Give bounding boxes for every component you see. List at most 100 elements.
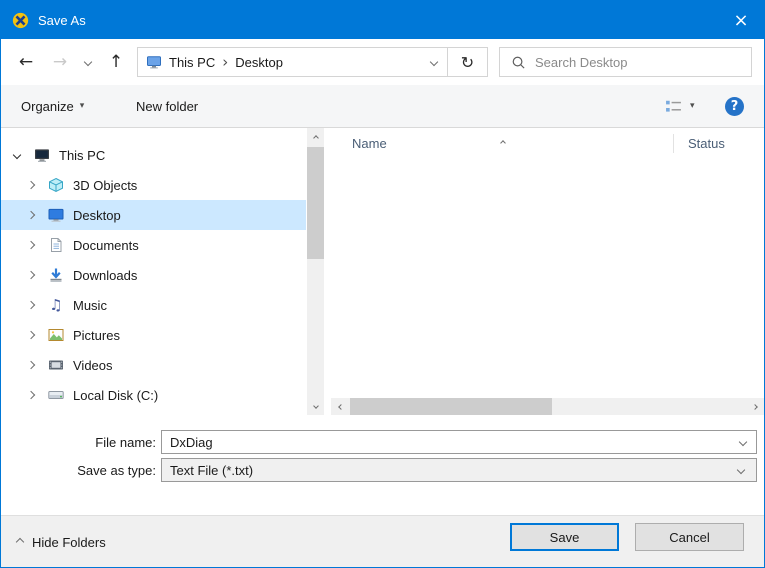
local-disk-icon [48, 391, 64, 399]
chevron-down-icon [736, 465, 746, 475]
save-button[interactable]: Save [510, 523, 619, 551]
documents-icon [51, 238, 62, 252]
tree-item-label: This PC [59, 147, 106, 163]
sort-ascending-icon [500, 132, 506, 150]
address-dropdown-button[interactable] [420, 48, 447, 76]
file-list-empty-area[interactable] [331, 158, 764, 398]
tree-item-label: Desktop [73, 207, 121, 223]
new-folder-button[interactable]: New folder [136, 85, 198, 127]
chevron-right-icon [26, 210, 36, 220]
address-bar[interactable]: This PC › Desktop ↻ [137, 47, 488, 77]
file-name-input[interactable] [162, 434, 730, 450]
column-header-status[interactable]: Status [674, 128, 764, 158]
save-as-type-select[interactable]: Text File (*.txt) [161, 458, 757, 482]
chevron-right-icon [26, 360, 36, 370]
forward-button[interactable]: → [45, 39, 75, 85]
footer-bar: Hide Folders Save Cancel [1, 515, 764, 567]
save-as-dialog: Save As × ← → ↑ This PC › Desktop ↻ Sear… [0, 0, 765, 568]
expander-icon[interactable] [23, 240, 39, 250]
chevron-right-icon [26, 390, 36, 400]
tree-item-3d-objects[interactable]: 3D Objects [1, 170, 306, 200]
tree-scrollbar[interactable] [307, 128, 324, 415]
organize-button[interactable]: Organize ▾ [21, 85, 84, 127]
this-pc-location-icon [147, 56, 161, 69]
file-form-area: File name: Save as type: Text File (*.tx… [1, 415, 764, 515]
scrollbar-thumb[interactable] [307, 147, 324, 259]
search-input[interactable] [535, 54, 751, 70]
tree-item-downloads[interactable]: Downloads [1, 260, 306, 290]
expander-icon[interactable] [23, 360, 39, 370]
chevron-down-icon [728, 465, 754, 475]
tree-item-label: Local Disk (C:) [73, 387, 159, 403]
desktop-icon [48, 208, 64, 222]
back-button[interactable]: ← [11, 39, 41, 85]
chevron-down-icon [312, 402, 319, 409]
chevron-up-icon [312, 134, 319, 141]
window-title: Save As [38, 12, 86, 28]
expander-icon[interactable] [23, 330, 39, 340]
chevron-down-icon: ▾ [690, 101, 695, 111]
cancel-button[interactable]: Cancel [635, 523, 744, 551]
dxdiag-app-icon [12, 12, 29, 28]
scroll-down-button[interactable] [307, 397, 324, 414]
file-name-dropdown-button[interactable] [730, 437, 756, 447]
scrollbar-thumb[interactable] [350, 398, 552, 415]
chevron-down-icon [12, 150, 22, 160]
tree-item-label: Documents [73, 237, 139, 253]
new-folder-label: New folder [136, 98, 199, 114]
scroll-left-button[interactable] [332, 398, 349, 415]
expander-icon[interactable] [23, 180, 39, 190]
tree-item-label: Videos [73, 357, 113, 373]
expander-icon[interactable] [23, 390, 39, 400]
tree-item-this-pc[interactable]: This PC [1, 140, 306, 170]
list-horizontal-scrollbar[interactable] [331, 398, 764, 415]
file-name-combobox [161, 430, 757, 454]
help-icon: ? [725, 96, 744, 116]
column-header-label: Status [688, 135, 725, 151]
breadcrumb-item-this-pc[interactable]: This PC [162, 48, 222, 76]
tree-item-music[interactable]: ♫ Music [1, 290, 306, 320]
expander-icon[interactable] [23, 270, 39, 280]
column-header-label: Name [352, 135, 387, 151]
expander-icon[interactable] [23, 210, 39, 220]
expander-icon[interactable] [23, 300, 39, 310]
tree-item-documents[interactable]: Documents [1, 230, 306, 260]
tree-item-label: Music [73, 297, 107, 313]
tree-item-desktop[interactable]: Desktop [1, 200, 306, 230]
scroll-right-button[interactable] [746, 398, 763, 415]
chevron-right-icon [26, 240, 36, 250]
videos-icon [49, 360, 63, 370]
expander-icon[interactable] [9, 150, 25, 160]
save-as-type-label: Save as type: [77, 462, 156, 478]
navigation-bar: ← → ↑ This PC › Desktop ↻ [1, 39, 764, 85]
tree-item-videos[interactable]: Videos [1, 350, 306, 380]
tree-item-local-disk-c[interactable]: Local Disk (C:) [1, 380, 306, 410]
refresh-button[interactable]: ↻ [448, 48, 487, 76]
hide-folders-button[interactable]: Hide Folders [15, 529, 106, 555]
list-view-icon [666, 100, 681, 112]
scroll-up-button[interactable] [307, 129, 324, 146]
file-list-pane: Name Status [331, 128, 764, 415]
3d-objects-icon [49, 177, 63, 193]
chevron-up-icon [15, 537, 25, 547]
chevron-up-icon [500, 140, 506, 146]
file-name-label: File name: [95, 434, 156, 450]
chevron-right-icon [26, 330, 36, 340]
chevron-right-icon [26, 300, 36, 310]
close-button[interactable]: × [718, 1, 764, 39]
help-button[interactable]: ? [725, 85, 744, 127]
main-area: This PC 3D Objects Desktop Documents Dow… [1, 128, 764, 415]
this-pc-icon [35, 149, 49, 162]
save-as-type-value: Text File (*.txt) [170, 462, 254, 478]
chevron-down-icon [429, 57, 438, 67]
pictures-icon [48, 329, 64, 341]
organize-label: Organize [21, 98, 74, 114]
music-note-glyph: ♫ [49, 296, 63, 314]
search-box [499, 47, 752, 77]
up-button[interactable]: ↑ [101, 39, 131, 85]
tree-item-pictures[interactable]: Pictures [1, 320, 306, 350]
tree-item-label: 3D Objects [73, 177, 138, 193]
breadcrumb-item-desktop[interactable]: Desktop [228, 48, 290, 76]
recent-locations-chevron[interactable] [80, 39, 96, 85]
view-options-button[interactable]: ▾ [665, 85, 695, 127]
